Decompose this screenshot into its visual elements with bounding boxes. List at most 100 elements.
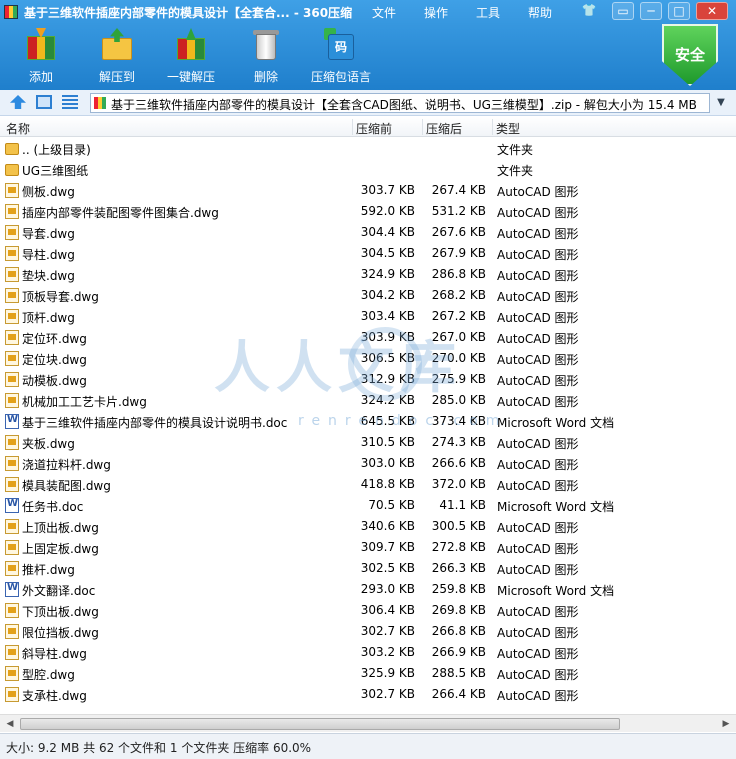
column-type[interactable]: 类型: [496, 120, 520, 137]
skin-icon[interactable]: 👕: [578, 2, 600, 20]
compressed-size: 269.8 KB: [431, 603, 486, 617]
file-size: 70.5 KB: [368, 498, 415, 512]
minimize-button[interactable]: ─: [640, 2, 662, 20]
file-type: AutoCAD 图形: [497, 521, 579, 535]
window-title: 基于三维软件插座内部零件的模具设计【全套合... - 360压缩: [24, 6, 353, 20]
one-click-extract-icon: [174, 28, 208, 62]
file-name: 型腔.dwg: [22, 668, 75, 682]
address-dropdown-icon[interactable]: ▼: [712, 94, 730, 112]
file-size: 324.9 KB: [360, 267, 415, 281]
file-type: Microsoft Word 文档: [497, 584, 615, 598]
menu-operation[interactable]: 操作: [424, 4, 448, 21]
file-type: AutoCAD 图形: [497, 647, 579, 661]
table-row[interactable]: 浇道拉料杆.dwg 303.0 KB 266.6 KB AutoCAD 图形: [0, 453, 736, 474]
compressed-size: 286.8 KB: [431, 267, 486, 281]
table-row[interactable]: 动模板.dwg 312.9 KB 275.9 KB AutoCAD 图形: [0, 369, 736, 390]
file-size: 310.5 KB: [360, 435, 415, 449]
table-row[interactable]: 顶杆.dwg 303.4 KB 267.2 KB AutoCAD 图形: [0, 306, 736, 327]
one-click-extract-button[interactable]: 一键解压: [160, 28, 222, 88]
file-type: 文件夹: [497, 164, 534, 178]
file-type: AutoCAD 图形: [497, 605, 579, 619]
table-row[interactable]: 导柱.dwg 304.5 KB 267.9 KB AutoCAD 图形: [0, 243, 736, 264]
horizontal-scrollbar[interactable]: ◀ ▶: [0, 714, 736, 732]
archive-language-button[interactable]: 码 压缩包语言: [310, 28, 372, 88]
scroll-thumb[interactable]: [20, 718, 620, 730]
extract-to-button[interactable]: 解压到: [86, 28, 148, 88]
menu-file[interactable]: 文件: [372, 4, 396, 21]
file-name: 推杆.dwg: [22, 563, 75, 577]
file-size: 303.4 KB: [360, 309, 415, 323]
table-row[interactable]: UG三维图纸 文件夹: [0, 159, 736, 180]
file-size: 325.9 KB: [360, 666, 415, 680]
file-name: 上顶出板.dwg: [22, 521, 99, 535]
thumbnail-view-icon[interactable]: [36, 95, 52, 109]
file-type: Microsoft Word 文档: [497, 416, 615, 430]
folder-icon: [5, 143, 19, 155]
file-type: AutoCAD 图形: [497, 206, 579, 220]
table-row[interactable]: 推杆.dwg 302.5 KB 266.3 KB AutoCAD 图形: [0, 558, 736, 579]
dwg-file-icon: [5, 393, 19, 408]
compressed-size: 266.3 KB: [431, 561, 486, 575]
menu-tools[interactable]: 工具: [476, 4, 500, 21]
table-row[interactable]: .. (上级目录) 文件夹: [0, 138, 736, 159]
file-name: .. (上级目录): [22, 143, 91, 157]
compressed-size: 267.9 KB: [431, 246, 486, 260]
table-row[interactable]: 型腔.dwg 325.9 KB 288.5 KB AutoCAD 图形: [0, 663, 736, 684]
app-icon: [4, 5, 18, 19]
table-row[interactable]: 上顶出板.dwg 340.6 KB 300.5 KB AutoCAD 图形: [0, 516, 736, 537]
file-name: 机械加工工艺卡片.dwg: [22, 395, 147, 409]
table-row[interactable]: 外文翻译.doc 293.0 KB 259.8 KB Microsoft Word 文…: [0, 579, 736, 600]
file-size: 303.7 KB: [360, 183, 415, 197]
table-row[interactable]: 顶板导套.dwg 304.2 KB 268.2 KB AutoCAD 图形: [0, 285, 736, 306]
list-view-icon[interactable]: [62, 95, 78, 109]
file-size: 293.0 KB: [360, 582, 415, 596]
close-button[interactable]: ✕: [696, 2, 728, 20]
dwg-file-icon: [5, 330, 19, 345]
scroll-right-icon[interactable]: ▶: [720, 718, 732, 730]
file-type: 文件夹: [497, 143, 534, 157]
compressed-size: 268.2 KB: [431, 288, 486, 302]
table-row[interactable]: 下顶出板.dwg 306.4 KB 269.8 KB AutoCAD 图形: [0, 600, 736, 621]
table-row[interactable]: 插座内部零件装配图零件图集合.dwg 592.0 KB 531.2 KB AutoCA…: [0, 201, 736, 222]
column-header: 名称 压缩前 压缩后 类型: [0, 117, 736, 137]
table-row[interactable]: 基于三维软件插座内部零件的模具设计说明书.doc 645.5 KB 373.4 KB…: [0, 411, 736, 432]
up-level-icon[interactable]: [10, 95, 26, 109]
compressed-size: 267.6 KB: [431, 225, 486, 239]
file-size: 312.9 KB: [360, 372, 415, 386]
add-button[interactable]: 添加: [10, 28, 72, 88]
file-name: 斜导柱.dwg: [22, 647, 87, 661]
dwg-file-icon: [5, 477, 19, 492]
table-row[interactable]: 斜导柱.dwg 303.2 KB 266.9 KB AutoCAD 图形: [0, 642, 736, 663]
menu-icon[interactable]: ▭: [612, 2, 634, 20]
dwg-file-icon: [5, 288, 19, 303]
file-list: .. (上级目录) 文件夹 UG三维图纸 文件夹 侧板.dwg 303.7 KB 267.4…: [0, 138, 736, 710]
file-name: 插座内部零件装配图零件图集合.dwg: [22, 206, 219, 220]
table-row[interactable]: 机械加工工艺卡片.dwg 324.2 KB 285.0 KB AutoCAD 图形: [0, 390, 736, 411]
table-row[interactable]: 夹板.dwg 310.5 KB 274.3 KB AutoCAD 图形: [0, 432, 736, 453]
table-row[interactable]: 定位环.dwg 303.9 KB 267.0 KB AutoCAD 图形: [0, 327, 736, 348]
table-row[interactable]: 支承柱.dwg 302.7 KB 266.4 KB AutoCAD 图形: [0, 684, 736, 705]
table-row[interactable]: 垫块.dwg 324.9 KB 286.8 KB AutoCAD 图形: [0, 264, 736, 285]
dwg-file-icon: [5, 603, 19, 618]
table-row[interactable]: 任务书.doc 70.5 KB 41.1 KB Microsoft Word 文档: [0, 495, 736, 516]
table-row[interactable]: 限位挡板.dwg 302.7 KB 266.8 KB AutoCAD 图形: [0, 621, 736, 642]
file-type: Microsoft Word 文档: [497, 500, 615, 514]
table-row[interactable]: 导套.dwg 304.4 KB 267.6 KB AutoCAD 图形: [0, 222, 736, 243]
column-compressed[interactable]: 压缩后: [426, 120, 462, 137]
file-size: 324.2 KB: [360, 393, 415, 407]
table-row[interactable]: 定位块.dwg 306.5 KB 270.0 KB AutoCAD 图形: [0, 348, 736, 369]
file-size: 306.5 KB: [360, 351, 415, 365]
column-name[interactable]: 名称: [6, 120, 30, 137]
file-size: 303.0 KB: [360, 456, 415, 470]
file-type: AutoCAD 图形: [497, 689, 579, 703]
scroll-left-icon[interactable]: ◀: [4, 718, 16, 730]
address-bar[interactable]: 基于三维软件插座内部零件的模具设计【全套含CAD图纸、说明书、UG三维模型】.z…: [90, 93, 710, 113]
maximize-button[interactable]: □: [668, 2, 690, 20]
menu-help[interactable]: 帮助: [528, 4, 552, 21]
table-row[interactable]: 侧板.dwg 303.7 KB 267.4 KB AutoCAD 图形: [0, 180, 736, 201]
file-type: AutoCAD 图形: [497, 626, 579, 640]
column-size[interactable]: 压缩前: [356, 120, 392, 137]
table-row[interactable]: 上固定板.dwg 309.7 KB 272.8 KB AutoCAD 图形: [0, 537, 736, 558]
delete-button[interactable]: 删除: [235, 28, 297, 88]
table-row[interactable]: 模具装配图.dwg 418.8 KB 372.0 KB AutoCAD 图形: [0, 474, 736, 495]
